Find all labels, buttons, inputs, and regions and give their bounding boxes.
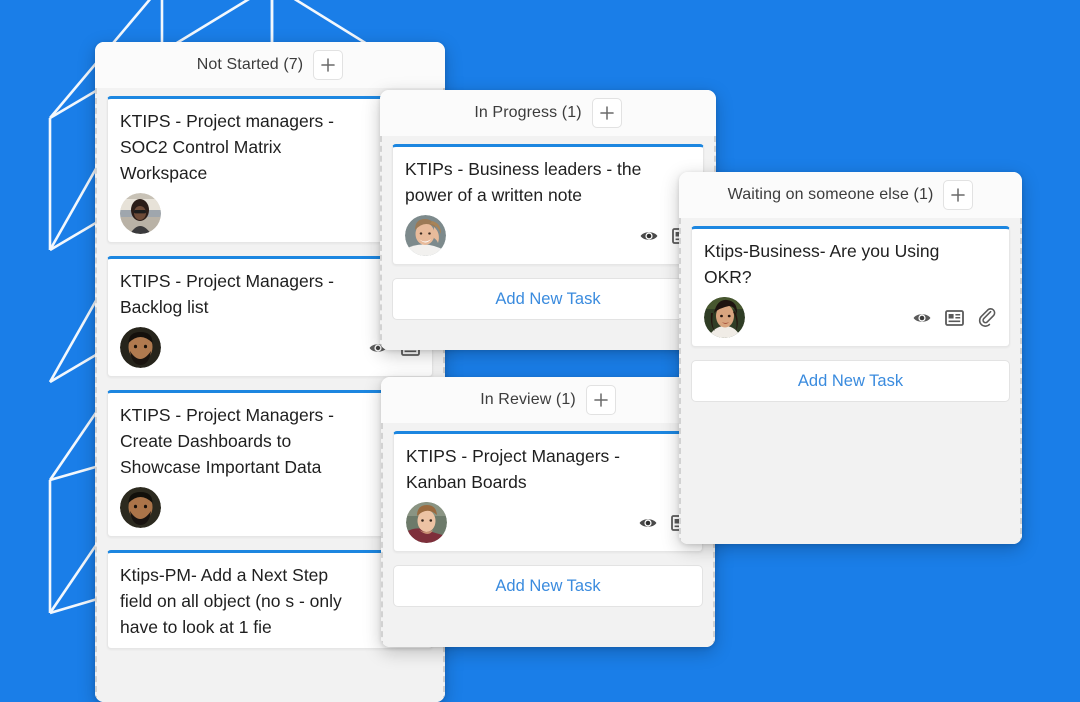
task-card-title: KTIPS - Project Managers - Kanban Boards: [406, 446, 620, 492]
add-new-task-button-in-progress[interactable]: Add New Task: [392, 278, 704, 320]
column-title-not-started: Not Started (7): [196, 56, 304, 73]
add-new-task-label: Add New Task: [797, 371, 904, 390]
add-card-button-not-started[interactable]: [313, 50, 344, 80]
avatar: [120, 487, 161, 528]
column-body-waiting: Ktips-Business- Are you Using OKR? Add N…: [679, 218, 1022, 544]
column-title-in-progress: In Progress (1): [474, 104, 582, 121]
avatar: [120, 193, 161, 234]
add-new-task-button-waiting[interactable]: Add New Task: [691, 360, 1010, 402]
avatar: [704, 297, 745, 338]
task-card-footer: [704, 297, 997, 338]
eye-icon[interactable]: [639, 226, 659, 246]
plus-icon: [321, 58, 336, 72]
column-header-not-started: Not Started (7): [95, 42, 445, 88]
plus-icon: [599, 106, 614, 120]
task-card-title: Ktips-PM- Add a Next Step field on all o…: [120, 565, 342, 637]
task-card-title: KTIPS - Project Managers - Create Dashbo…: [120, 405, 334, 477]
column-header-waiting: Waiting on someone else (1): [679, 172, 1022, 218]
article-icon[interactable]: [945, 308, 964, 327]
column-body-in-review: KTIPS - Project Managers - Kanban Boards: [381, 423, 715, 647]
task-card-footer: [120, 487, 420, 528]
column-body-in-progress: KTIPs - Business leaders - the power of …: [380, 136, 716, 350]
board-column-in-review[interactable]: In Review (1) KTIPS - Project Managers -…: [381, 377, 715, 647]
avatar: [120, 327, 161, 368]
avatar: [405, 215, 446, 256]
paperclip-icon[interactable]: [977, 307, 997, 328]
task-card[interactable]: KTIPs - Business leaders - the power of …: [392, 144, 704, 265]
task-card[interactable]: KTIPS - Project Managers - Kanban Boards: [393, 431, 703, 552]
add-new-task-label: Add New Task: [495, 576, 601, 595]
avatar: [406, 502, 447, 543]
plus-icon: [951, 188, 966, 202]
add-new-task-button-in-review[interactable]: Add New Task: [393, 565, 703, 607]
board-column-waiting-on-someone-else[interactable]: Waiting on someone else (1) Ktips-Busine…: [679, 172, 1022, 544]
column-header-in-progress: In Progress (1): [380, 90, 716, 136]
eye-icon[interactable]: [912, 308, 932, 328]
add-card-button-in-review[interactable]: [585, 385, 616, 415]
task-card[interactable]: Ktips-Business- Are you Using OKR?: [691, 226, 1010, 347]
task-card-title: Ktips-Business- Are you Using OKR?: [704, 241, 940, 287]
eye-icon[interactable]: [638, 513, 658, 533]
add-new-task-label: Add New Task: [495, 289, 601, 308]
task-card-footer: [406, 502, 690, 543]
task-card-icons: [912, 307, 997, 328]
add-card-button-waiting[interactable]: [943, 180, 974, 210]
task-card-footer: [120, 193, 420, 234]
column-title-in-review: In Review (1): [480, 391, 576, 408]
board-column-in-progress[interactable]: In Progress (1) KTIPs - Business leaders…: [380, 90, 716, 350]
task-card-footer: [405, 215, 691, 256]
add-card-button-in-progress[interactable]: [591, 98, 622, 128]
column-title-waiting: Waiting on someone else (1): [727, 186, 934, 203]
task-card-title: KTIPs - Business leaders - the power of …: [405, 159, 642, 205]
task-card-title: KTIPS - Project Managers - Backlog list: [120, 271, 334, 317]
task-card-title: KTIPS - Project managers - SOC2 Control …: [120, 111, 334, 183]
plus-icon: [593, 393, 608, 407]
task-card-footer: [120, 327, 420, 368]
column-header-in-review: In Review (1): [381, 377, 715, 423]
